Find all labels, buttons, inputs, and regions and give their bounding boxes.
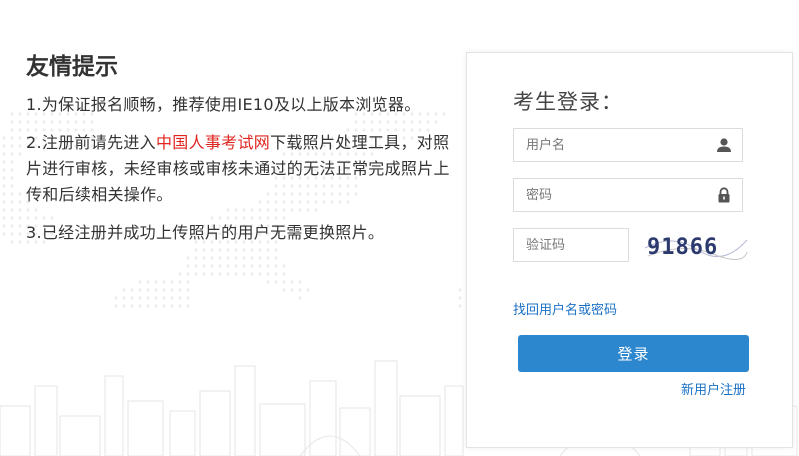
- lock-icon: [718, 187, 730, 203]
- captcha-input[interactable]: [514, 229, 626, 261]
- cpta-website-link[interactable]: 中国人事考试网: [156, 133, 270, 152]
- username-field: [513, 128, 743, 162]
- captcha-field: [513, 228, 629, 262]
- captcha-image[interactable]: 91866: [643, 228, 749, 264]
- tip-item-2: 2.注册前请先进入中国人事考试网下载照片处理工具，对照片进行审核，未经审核或审核…: [26, 130, 456, 208]
- tip-item-1: 1.为保证报名顺畅，推荐使用IE10及以上版本浏览器。: [26, 95, 421, 114]
- login-button[interactable]: 登录: [518, 335, 749, 372]
- login-title: 考生登录：: [513, 90, 623, 114]
- register-link[interactable]: 新用户注册: [681, 379, 746, 398]
- tip-item-2-before: 2.注册前请先进入: [26, 133, 156, 152]
- password-field: [513, 178, 743, 212]
- password-input[interactable]: [514, 179, 706, 211]
- username-input[interactable]: [514, 129, 706, 161]
- user-icon: [717, 138, 731, 152]
- forgot-credentials-link[interactable]: 找回用户名或密码: [513, 299, 617, 318]
- tips-panel: 友情提示 1.为保证报名顺畅，推荐使用IE10及以上版本浏览器。 2.注册前请先…: [26, 52, 456, 258]
- login-panel: 考生登录： 91866 找回用户名或密码 登录 新用户注册: [466, 52, 793, 448]
- tip-item-3: 3.已经注册并成功上传照片的用户无需更换照片。: [26, 223, 385, 242]
- captcha-characters: 91866: [647, 235, 718, 260]
- tips-title: 友情提示: [26, 54, 118, 80]
